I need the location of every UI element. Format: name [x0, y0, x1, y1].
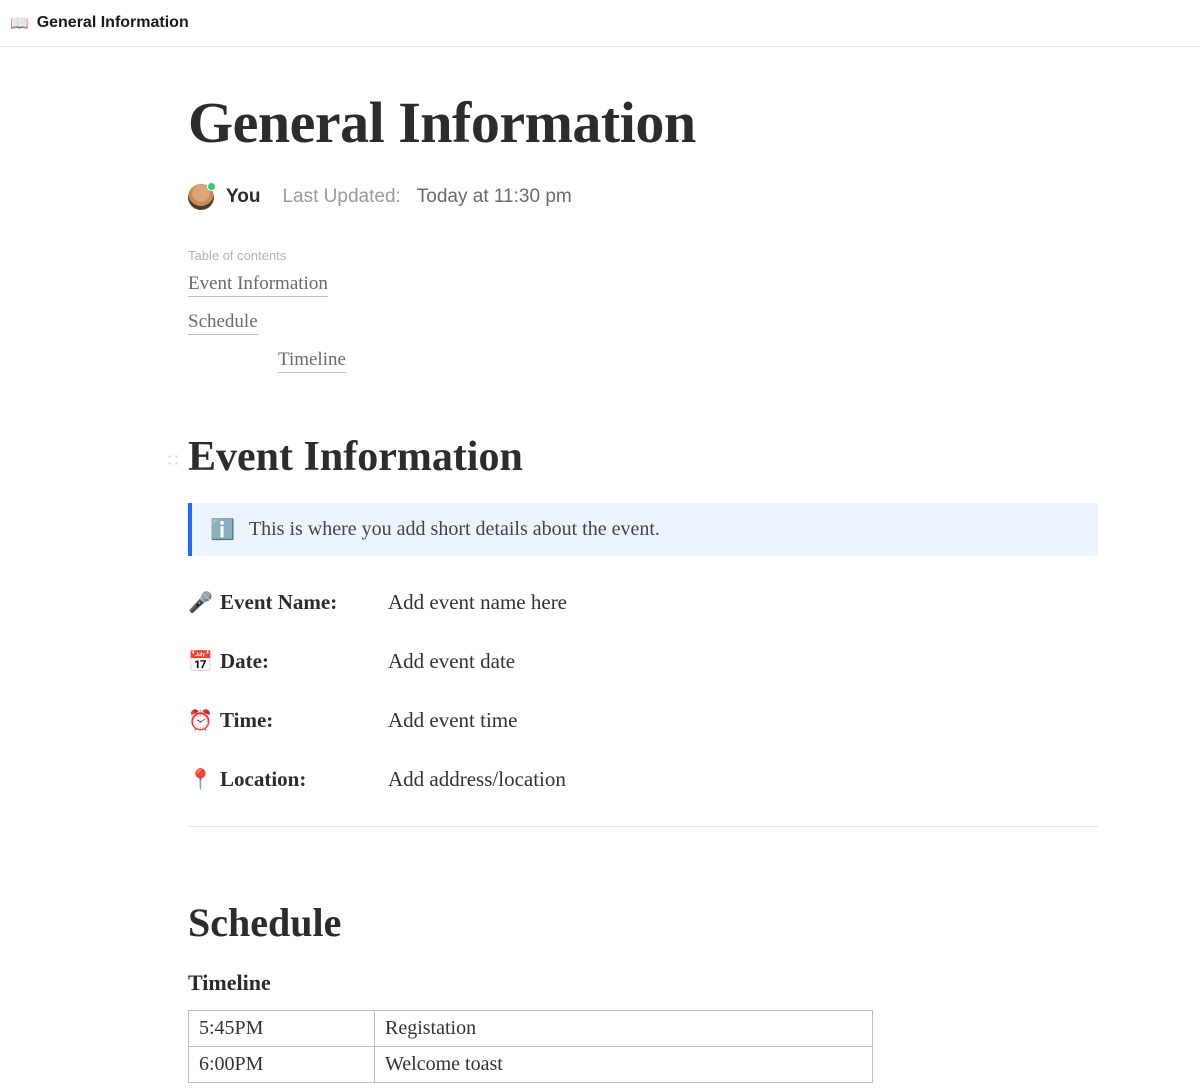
author-row: You Last Updated: Today at 11:30 pm	[188, 184, 1098, 210]
info-icon: ℹ️	[210, 517, 235, 542]
callout-text: This is where you add short details abou…	[249, 518, 660, 541]
table-of-contents: Table of contents Event Information Sche…	[188, 248, 1098, 373]
label-text: Time:	[220, 708, 273, 733]
microphone-icon: 🎤	[188, 590, 210, 615]
field-event-name[interactable]: 🎤 Event Name: Add event name here	[188, 590, 1098, 615]
event-section-head: Event Information	[188, 433, 1098, 481]
field-value[interactable]: Add event date	[388, 649, 1098, 674]
field-label: 📍 Location:	[188, 767, 388, 792]
toc-item-schedule: Schedule	[188, 311, 1098, 335]
page-content: General Information You Last Updated: To…	[188, 89, 1098, 1083]
presence-indicator-icon	[207, 182, 216, 191]
header-title: General Information	[37, 14, 189, 32]
pin-icon: 📍	[188, 767, 210, 792]
label-text: Date:	[220, 649, 269, 674]
updated-label: Last Updated:	[282, 186, 400, 208]
author-name: You	[226, 186, 260, 208]
table-row[interactable]: 6:00PM Welcome toast	[189, 1047, 873, 1083]
event-section-title[interactable]: Event Information	[188, 433, 1098, 481]
toc-item-timeline: Timeline	[188, 349, 1098, 373]
header-bar: 📖 General Information	[0, 0, 1200, 47]
timeline-table: 5:45PM Registation 6:00PM Welcome toast	[188, 1010, 873, 1083]
field-label: 🎤 Event Name:	[188, 590, 388, 615]
timeline-time-cell[interactable]: 5:45PM	[189, 1011, 375, 1047]
toc-link-schedule[interactable]: Schedule	[188, 311, 258, 335]
avatar[interactable]	[188, 184, 214, 210]
toc-link-event-information[interactable]: Event Information	[188, 273, 328, 297]
label-text: Event Name:	[220, 590, 337, 615]
field-time[interactable]: ⏰ Time: Add event time	[188, 708, 1098, 733]
field-location[interactable]: 📍 Location: Add address/location	[188, 767, 1098, 792]
field-value[interactable]: Add event time	[388, 708, 1098, 733]
field-date[interactable]: 📅 Date: Add event date	[188, 649, 1098, 674]
toc-link-timeline[interactable]: Timeline	[278, 349, 346, 373]
clock-icon: ⏰	[188, 708, 210, 733]
field-value[interactable]: Add event name here	[388, 590, 1098, 615]
timeline-activity-cell[interactable]: Registation	[375, 1011, 873, 1047]
section-divider	[188, 826, 1098, 827]
timeline-time-cell[interactable]: 6:00PM	[189, 1047, 375, 1083]
field-label: ⏰ Time:	[188, 708, 388, 733]
field-label: 📅 Date:	[188, 649, 388, 674]
timeline-activity-cell[interactable]: Welcome toast	[375, 1047, 873, 1083]
book-icon: 📖	[10, 16, 29, 31]
field-value[interactable]: Add address/location	[388, 767, 1098, 792]
updated-value: Today at 11:30 pm	[417, 186, 572, 208]
table-row[interactable]: 5:45PM Registation	[189, 1011, 873, 1047]
calendar-icon: 📅	[188, 649, 210, 674]
label-text: Location:	[220, 767, 306, 792]
toc-item-event-information: Event Information	[188, 273, 1098, 297]
drag-handle-icon[interactable]	[166, 453, 180, 467]
page-title[interactable]: General Information	[188, 89, 1098, 156]
toc-label: Table of contents	[188, 248, 1098, 263]
info-callout[interactable]: ℹ️ This is where you add short details a…	[188, 503, 1098, 556]
timeline-heading[interactable]: Timeline	[188, 970, 1098, 996]
schedule-section-title[interactable]: Schedule	[188, 899, 1098, 946]
